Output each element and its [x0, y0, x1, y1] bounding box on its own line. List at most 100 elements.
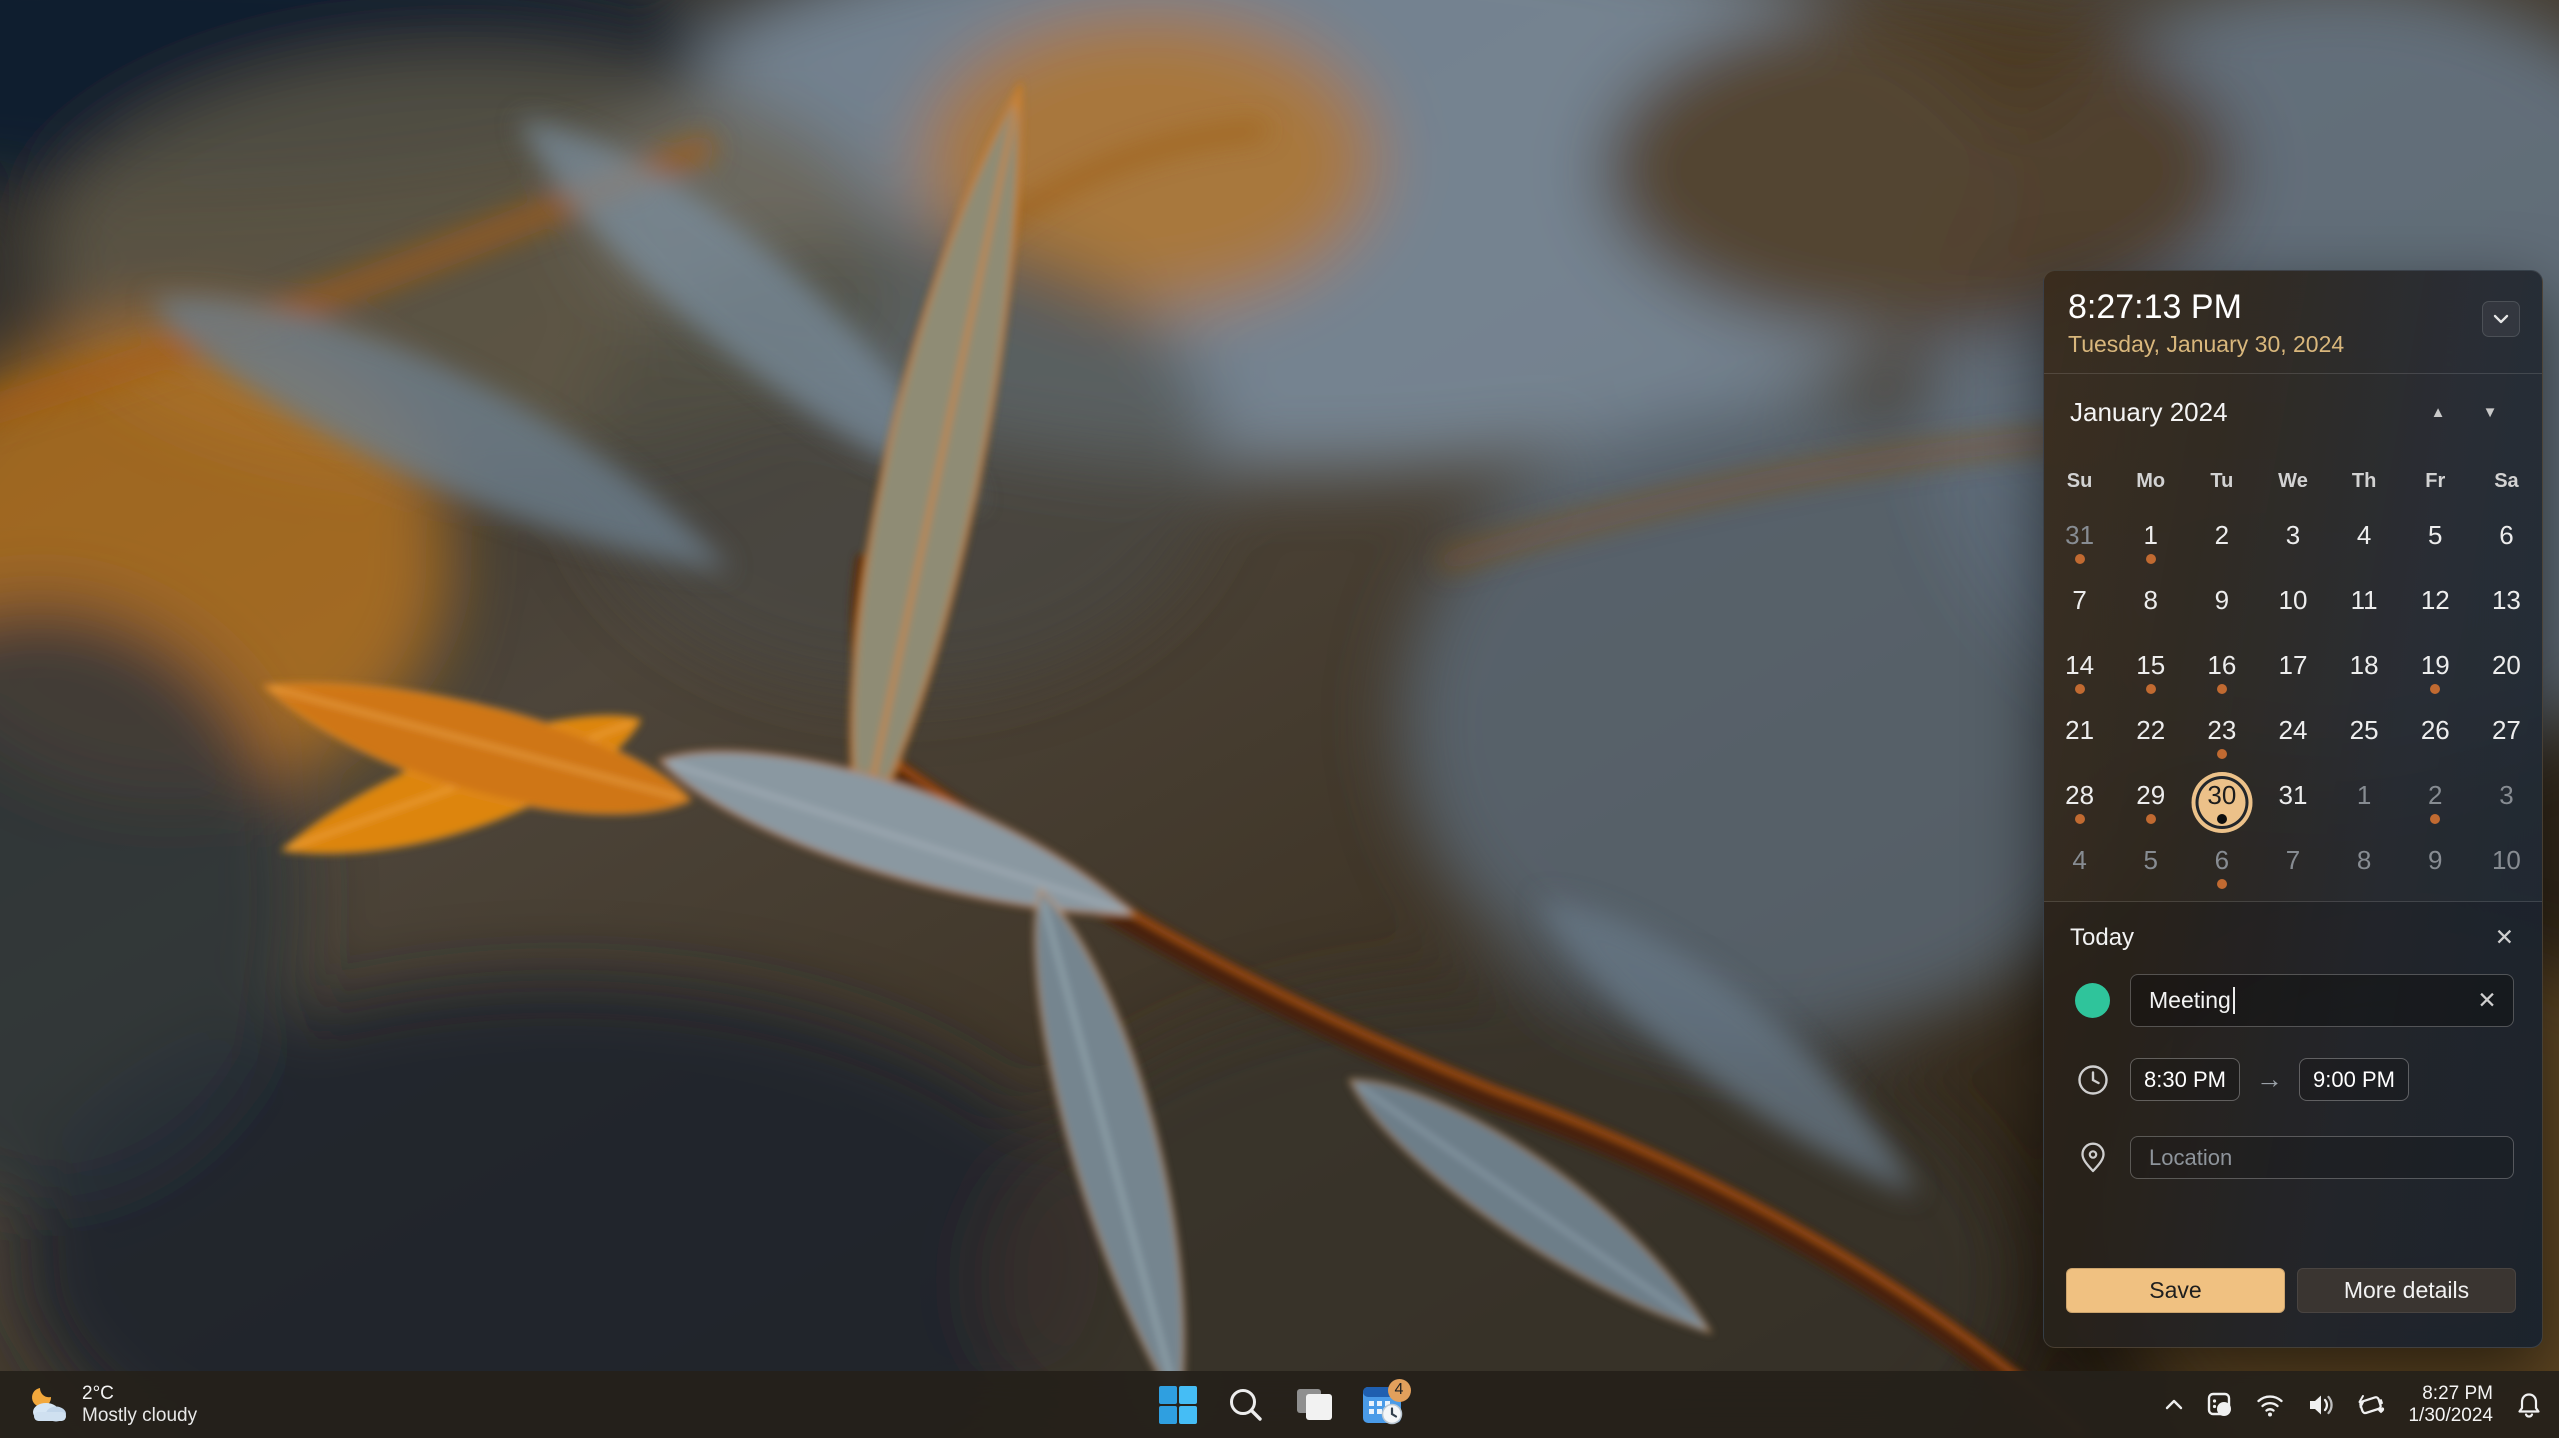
calendar-day[interactable]: 31 [2044, 511, 2115, 576]
calendar-app-button[interactable]: 4 [1359, 1382, 1405, 1428]
chevron-up-icon [2163, 1394, 2185, 1416]
end-time-field[interactable]: 9:00 PM [2299, 1058, 2409, 1101]
calendar-day[interactable]: 5 [2400, 511, 2471, 576]
weekday-header: Th [2329, 470, 2400, 493]
calendar-day[interactable]: 8 [2329, 836, 2400, 901]
calendar-day[interactable]: 2 [2186, 511, 2257, 576]
calendar-day[interactable]: 14 [2044, 641, 2115, 706]
more-details-button[interactable]: More details [2297, 1268, 2516, 1313]
weather-temperature: 2°C [82, 1383, 197, 1405]
event-indicator-dot [2430, 814, 2440, 824]
day-number: 1 [2357, 780, 2371, 811]
calendar-day[interactable]: 15 [2115, 641, 2186, 706]
calendar-day[interactable]: 29 [2115, 771, 2186, 836]
tray-clock[interactable]: 8:27 PM 1/30/2024 [2400, 1383, 2501, 1427]
previous-month-button[interactable]: ▲ [2412, 393, 2464, 433]
event-color-dot[interactable] [2075, 983, 2110, 1018]
battery-saver-icon [2355, 1390, 2387, 1420]
calendar-day[interactable]: 22 [2115, 706, 2186, 771]
clock-calendar-flyout: 8:27:13 PM Tuesday, January 30, 2024 Jan… [2043, 270, 2543, 1348]
agenda-actions: Save More details [2044, 1253, 2542, 1348]
calendar-day[interactable]: 30 [2186, 771, 2257, 836]
weekday-header: Mo [2115, 470, 2186, 493]
calendar-day[interactable]: 8 [2115, 576, 2186, 641]
location-input[interactable]: Location [2130, 1136, 2514, 1179]
day-number: 3 [2499, 780, 2513, 811]
calendar-day[interactable]: 13 [2471, 576, 2542, 641]
collapse-calendar-button[interactable] [2482, 301, 2520, 337]
calendar-day[interactable]: 16 [2186, 641, 2257, 706]
calendar-day[interactable]: 5 [2115, 836, 2186, 901]
start-time-field[interactable]: 8:30 PM [2130, 1058, 2240, 1101]
calendar-day[interactable]: 10 [2257, 576, 2328, 641]
search-button[interactable] [1223, 1382, 1269, 1428]
calendar-day[interactable]: 12 [2400, 576, 2471, 641]
save-button[interactable]: Save [2066, 1268, 2285, 1313]
calendar-day[interactable]: 4 [2329, 511, 2400, 576]
calendar-day[interactable]: 9 [2400, 836, 2471, 901]
calendar-day[interactable]: 1 [2329, 771, 2400, 836]
event-name-input[interactable]: Meeting ✕ [2130, 974, 2514, 1027]
calendar-day[interactable]: 26 [2400, 706, 2471, 771]
volume-button[interactable] [2298, 1382, 2342, 1428]
calendar-day[interactable]: 25 [2329, 706, 2400, 771]
task-view-button[interactable] [1291, 1382, 1337, 1428]
close-agenda-button[interactable]: ✕ [2495, 926, 2514, 949]
day-number: 5 [2428, 520, 2442, 551]
taskbar: 2°C Mostly cloudy [0, 1371, 2559, 1438]
day-number: 24 [2279, 715, 2308, 746]
month-year-label[interactable]: January 2024 [2070, 397, 2412, 428]
day-number: 10 [2279, 585, 2308, 616]
calendar-day[interactable]: 3 [2257, 511, 2328, 576]
today-label: Today [2070, 924, 2134, 952]
wifi-icon [2255, 1390, 2285, 1420]
event-indicator-dot [2075, 554, 2085, 564]
task-view-icon [1294, 1385, 1334, 1425]
calendar-day[interactable]: 7 [2044, 576, 2115, 641]
event-indicator-dot [2217, 879, 2227, 889]
calendar-day[interactable]: 1 [2115, 511, 2186, 576]
day-number: 17 [2279, 650, 2308, 681]
weekday-header: Fr [2400, 470, 2471, 493]
calendar-day[interactable]: 4 [2044, 836, 2115, 901]
day-number: 4 [2072, 845, 2086, 876]
calendar-day[interactable]: 17 [2257, 641, 2328, 706]
calendar-day[interactable]: 6 [2471, 511, 2542, 576]
calendar-day[interactable]: 7 [2257, 836, 2328, 901]
day-number: 3 [2286, 520, 2300, 551]
calendar-day[interactable]: 10 [2471, 836, 2542, 901]
day-number: 14 [2065, 650, 2094, 681]
calendar-day[interactable]: 20 [2471, 641, 2542, 706]
calendar-day[interactable]: 6 [2186, 836, 2257, 901]
day-number: 2 [2428, 780, 2442, 811]
calendar-day[interactable]: 19 [2400, 641, 2471, 706]
calendar-day[interactable]: 2 [2400, 771, 2471, 836]
calendar-day[interactable]: 28 [2044, 771, 2115, 836]
calendar-day[interactable]: 24 [2257, 706, 2328, 771]
calendar-day[interactable]: 23 [2186, 706, 2257, 771]
day-number: 8 [2357, 845, 2371, 876]
event-location-row: Location [2060, 1136, 2514, 1179]
calendar-day[interactable]: 27 [2471, 706, 2542, 771]
calendar-day[interactable]: 9 [2186, 576, 2257, 641]
clear-event-name-button[interactable]: ✕ [2477, 989, 2496, 1012]
calendar-day[interactable]: 21 [2044, 706, 2115, 771]
event-indicator-dot [2217, 814, 2227, 824]
next-month-button[interactable]: ▼ [2464, 393, 2516, 433]
widgets-weather-button[interactable]: 2°C Mostly cloudy [16, 1371, 207, 1438]
show-hidden-icons-button[interactable] [2156, 1382, 2192, 1428]
location-pin-icon [2076, 1141, 2110, 1175]
calendar-day[interactable]: 3 [2471, 771, 2542, 836]
calendar-day[interactable]: 18 [2329, 641, 2400, 706]
notification-center-button[interactable] [2507, 1382, 2551, 1428]
wifi-button[interactable] [2248, 1382, 2292, 1428]
tray-app-button[interactable] [2198, 1382, 2242, 1428]
location-placeholder: Location [2149, 1145, 2232, 1171]
calendar-day[interactable]: 11 [2329, 576, 2400, 641]
day-number: 29 [2136, 780, 2165, 811]
calendar-day[interactable]: 31 [2257, 771, 2328, 836]
weekday-header: Su [2044, 470, 2115, 493]
weekday-header: We [2257, 470, 2328, 493]
start-button[interactable] [1155, 1382, 1201, 1428]
battery-saver-button[interactable] [2348, 1382, 2394, 1428]
